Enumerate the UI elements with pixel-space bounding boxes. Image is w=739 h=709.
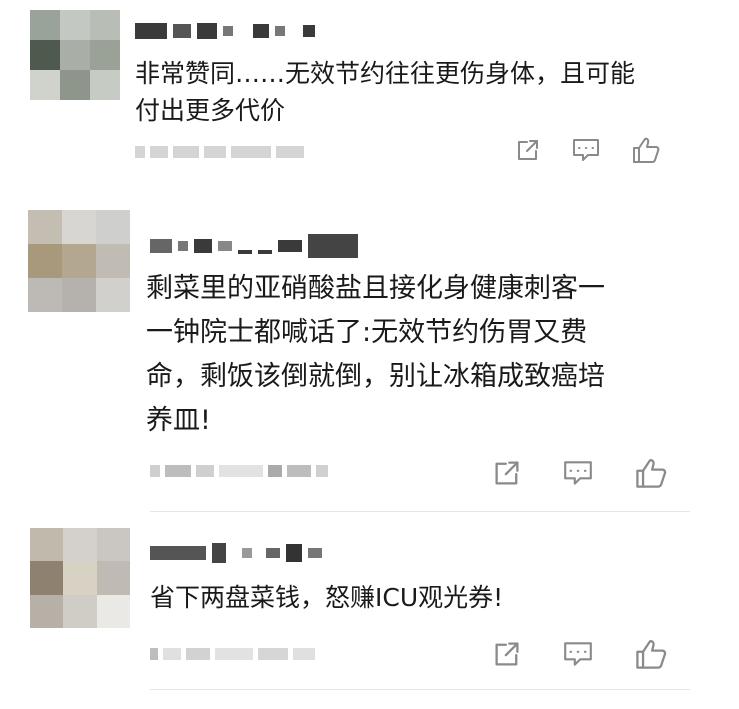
comment-text: 非常赞同……无效节约往往更伤身体，且可能 付出更多代价 [135, 59, 636, 125]
share-icon [495, 461, 519, 485]
divider [150, 511, 690, 512]
comment-item: 省下两盘菜钱，怒赚ICU观光券! [0, 520, 739, 709]
reply-button[interactable] [562, 640, 594, 668]
like-button[interactable] [631, 136, 661, 164]
comment-text: 省下两盘菜钱，怒赚ICU观光券! [150, 583, 504, 612]
comment-meta [150, 465, 328, 477]
avatar[interactable] [30, 10, 120, 100]
comment-meta [150, 648, 315, 660]
comment-text: 剩菜里的亚硝酸盐且接化身健康刺客一 一钟院士都喊话了:无效节约伤胃又费 命，剩饭… [146, 273, 605, 436]
username[interactable] [150, 540, 322, 566]
share-icon [518, 140, 538, 160]
divider [150, 689, 690, 690]
avatar[interactable] [28, 210, 130, 312]
reply-button[interactable] [562, 459, 594, 487]
comment-meta [135, 146, 304, 158]
comment-actions [492, 457, 668, 489]
reply-button[interactable] [571, 137, 601, 163]
avatar[interactable] [30, 528, 130, 628]
comment-icon [573, 139, 599, 161]
share-icon [495, 642, 519, 666]
comment-icon [564, 461, 592, 485]
comment-actions [515, 136, 661, 164]
comment-item: 剩菜里的亚硝酸盐且接化身健康刺客一 一钟院士都喊话了:无效节约伤胃又费 命，剩饭… [0, 195, 739, 515]
like-button[interactable] [634, 638, 668, 670]
comment-actions [492, 638, 668, 670]
like-button[interactable] [634, 457, 668, 489]
thumbs-up-icon [636, 459, 667, 488]
share-button[interactable] [515, 137, 541, 163]
share-button[interactable] [492, 639, 522, 669]
comment-icon [564, 642, 592, 666]
thumbs-up-icon [633, 137, 660, 163]
username[interactable] [150, 233, 358, 259]
username[interactable] [135, 18, 315, 44]
comment-item: 非常赞同……无效节约往往更伤身体，且可能 付出更多代价 [0, 0, 739, 185]
share-button[interactable] [492, 458, 522, 488]
thumbs-up-icon [636, 640, 667, 669]
